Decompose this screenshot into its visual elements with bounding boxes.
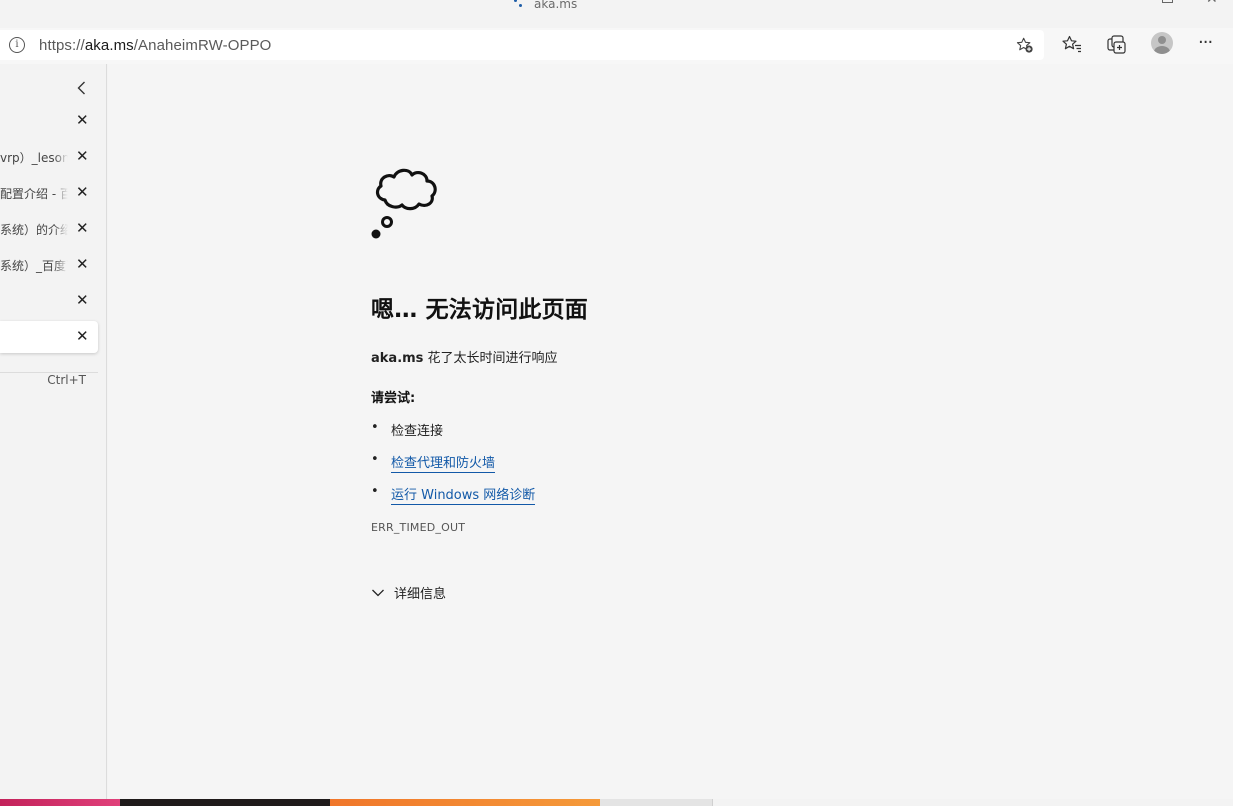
error-page: 嗯… 无法访问此页面 aka.ms 花了太长时间进行响应 请尝试: 检查连接 检… (371, 166, 871, 602)
tab-item-active[interactable]: ✕ (0, 321, 98, 353)
browser-toolbar: i https://aka.ms/AnaheimRW-OPPO ··· (0, 28, 1233, 64)
add-favorite-icon[interactable] (1016, 36, 1034, 54)
tab-item[interactable]: 系统）的介绍 ✕ (0, 213, 98, 245)
suggestion-check-proxy: 检查代理和防火墙 (371, 452, 871, 484)
tab-item[interactable]: 配置介绍 - 百 ✕ (0, 177, 98, 209)
error-host: aka.ms (371, 351, 424, 366)
favorites-icon[interactable] (1062, 34, 1082, 54)
tab-label: 系统）_百度百 (0, 257, 68, 274)
details-label: 详细信息 (394, 587, 447, 602)
error-description: aka.ms 花了太长时间进行响应 (371, 347, 871, 366)
close-tab-icon[interactable]: ✕ (76, 149, 89, 164)
tab-label: 系统）的介绍 (0, 221, 68, 238)
maximize-button[interactable] (1160, 0, 1174, 6)
loading-icon (514, 0, 528, 9)
suggestion-check-connection: 检查连接 (371, 420, 871, 452)
wallpaper-strip (600, 799, 712, 806)
new-tab-shortcut: Ctrl+T (47, 373, 86, 387)
try-label: 请尝试: (371, 391, 416, 406)
close-window-button[interactable]: ✕ (1206, 0, 1220, 6)
window-title: aka.ms (514, 0, 577, 11)
windows-network-diagnostics-link[interactable]: 运行 Windows 网络诊断 (391, 488, 536, 505)
close-tab-icon[interactable]: ✕ (76, 293, 89, 308)
profile-icon[interactable] (1151, 32, 1173, 54)
wallpaper-strip (120, 799, 330, 806)
thought-cloud-icon (371, 168, 437, 239)
url-host: aka.ms (84, 37, 134, 54)
suggestion-text: 检查连接 (391, 424, 444, 439)
chevron-down-icon (372, 589, 384, 596)
suggestion-network-diagnostics: 运行 Windows 网络诊断 (371, 484, 871, 516)
close-tab-icon[interactable]: ✕ (76, 257, 89, 272)
wallpaper-strip (712, 799, 1233, 806)
tab-item[interactable]: 系统）_百度百 ✕ (0, 249, 98, 281)
wallpaper-strip (0, 799, 120, 806)
check-proxy-firewall-link[interactable]: 检查代理和防火墙 (391, 456, 496, 473)
close-tab-icon[interactable]: ✕ (76, 185, 89, 200)
error-title: 嗯… 无法访问此页面 (371, 297, 589, 323)
collections-icon[interactable] (1106, 34, 1126, 54)
url-text[interactable]: https://aka.ms/AnaheimRW-OPPO (39, 37, 271, 54)
tab-item[interactable]: ✕ (0, 105, 98, 137)
suggestion-list: 检查连接 检查代理和防火墙 运行 Windows 网络诊断 (371, 420, 871, 516)
tab-item[interactable]: ✕ (0, 285, 98, 317)
new-tab-button[interactable]: Ctrl+T (0, 372, 98, 390)
more-icon[interactable]: ··· (1198, 32, 1213, 53)
error-code: ERR_TIMED_OUT (371, 521, 466, 534)
tab-label: 配置介绍 - 百 (0, 185, 68, 202)
vertical-tabs-sidebar: ✕ vrp）_leson- ✕ 配置介绍 - 百 ✕ 系统）的介绍 ✕ 系统）_… (0, 64, 107, 799)
address-bar[interactable]: i https://aka.ms/AnaheimRW-OPPO (0, 30, 1044, 60)
wallpaper-strip (330, 799, 600, 806)
url-path: /AnaheimRW-OPPO (133, 37, 272, 54)
close-tab-icon[interactable]: ✕ (76, 329, 89, 344)
site-info-icon[interactable]: i (9, 37, 25, 53)
minimize-button[interactable] (1115, 0, 1129, 6)
url-prefix: https:// (39, 37, 85, 54)
window-title-text: aka.ms (534, 0, 578, 11)
details-toggle[interactable]: 详细信息 (371, 583, 871, 602)
title-bar: aka.ms ✕ (0, 0, 1233, 28)
tab-label: vrp）_leson- (0, 149, 68, 166)
close-tab-icon[interactable]: ✕ (76, 113, 89, 128)
close-tab-icon[interactable]: ✕ (76, 221, 89, 236)
error-description-text: 花了太长时间进行响应 (423, 351, 558, 366)
tab-item[interactable]: vrp）_leson- ✕ (0, 141, 98, 173)
collapse-pane-icon[interactable] (74, 80, 90, 96)
page-content: 嗯… 无法访问此页面 aka.ms 花了太长时间进行响应 请尝试: 检查连接 检… (108, 64, 1233, 799)
